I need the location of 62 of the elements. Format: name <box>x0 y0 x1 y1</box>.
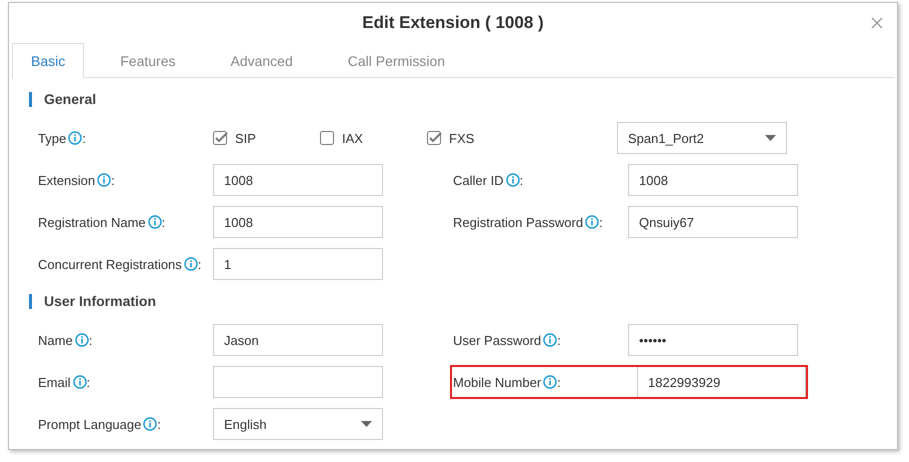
colon: : <box>82 130 86 146</box>
info-icon[interactable] <box>97 173 112 187</box>
field-label: Registration Name <box>38 214 146 230</box>
input-field[interactable]: 1008 <box>628 164 798 196</box>
field-label: Type <box>38 130 66 146</box>
colon: : <box>557 332 561 348</box>
input-field[interactable]: 1822993929 <box>637 367 806 397</box>
tab[interactable]: Call Permission <box>328 43 464 78</box>
field-label: User Password <box>453 332 542 348</box>
input-field[interactable]: 1008 <box>213 206 383 238</box>
info-icon[interactable] <box>543 333 558 347</box>
colon: : <box>599 214 603 230</box>
info-icon[interactable] <box>506 173 520 187</box>
colon: : <box>198 256 202 272</box>
colon: : <box>162 214 166 230</box>
section-marker <box>29 294 32 308</box>
colon: : <box>557 374 561 390</box>
input-field[interactable] <box>213 366 383 398</box>
field-label: Extension <box>38 172 96 188</box>
info-icon[interactable] <box>184 257 198 271</box>
checkbox[interactable] <box>320 130 335 146</box>
field-label: Email <box>38 374 71 390</box>
info-icon[interactable] <box>72 375 87 389</box>
dropdown[interactable]: Span1_Port2 <box>617 122 787 154</box>
input-field[interactable]: 1 <box>213 248 383 280</box>
checkbox-label: SIP <box>235 130 256 146</box>
checkbox[interactable] <box>213 130 228 146</box>
colon: : <box>88 332 92 348</box>
info-icon[interactable] <box>543 375 558 389</box>
info-icon[interactable] <box>74 333 89 347</box>
colon: : <box>86 374 90 390</box>
tab[interactable]: Features <box>101 43 194 78</box>
info-icon[interactable] <box>585 215 600 229</box>
tab[interactable]: Basic <box>12 43 84 78</box>
info-icon[interactable] <box>148 215 162 229</box>
colon: : <box>157 416 161 432</box>
field-label: Mobile Number <box>453 374 542 390</box>
window-title: Edit Extension ( 1008 ) <box>362 13 544 33</box>
caret-icon <box>361 421 372 427</box>
caret-icon <box>765 135 776 141</box>
field-label: Name <box>38 332 73 348</box>
input-field[interactable]: 1008 <box>213 164 383 196</box>
field-label: Caller ID <box>453 172 504 188</box>
info-icon[interactable] <box>68 131 82 145</box>
info-icon[interactable] <box>143 417 158 431</box>
section-title: User Information <box>44 293 156 309</box>
checkbox-label: IAX <box>342 130 363 146</box>
field-label: Prompt Language <box>38 416 142 432</box>
input-field[interactable]: •••••• <box>628 324 798 356</box>
section-title: General <box>44 91 96 107</box>
colon: : <box>520 172 524 188</box>
input-field[interactable]: Qnsuiy67 <box>628 206 798 238</box>
field-label: Registration Password <box>453 214 584 230</box>
checkbox[interactable] <box>427 130 442 146</box>
tab[interactable]: Advanced <box>211 43 312 78</box>
colon: : <box>111 172 115 188</box>
field-label: Concurrent Registrations <box>38 256 182 272</box>
close-icon[interactable] <box>871 17 883 29</box>
dropdown[interactable]: English <box>213 408 383 440</box>
checkbox-label: FXS <box>449 130 474 146</box>
input-field[interactable]: Jason <box>213 324 383 356</box>
section-marker <box>29 92 32 106</box>
